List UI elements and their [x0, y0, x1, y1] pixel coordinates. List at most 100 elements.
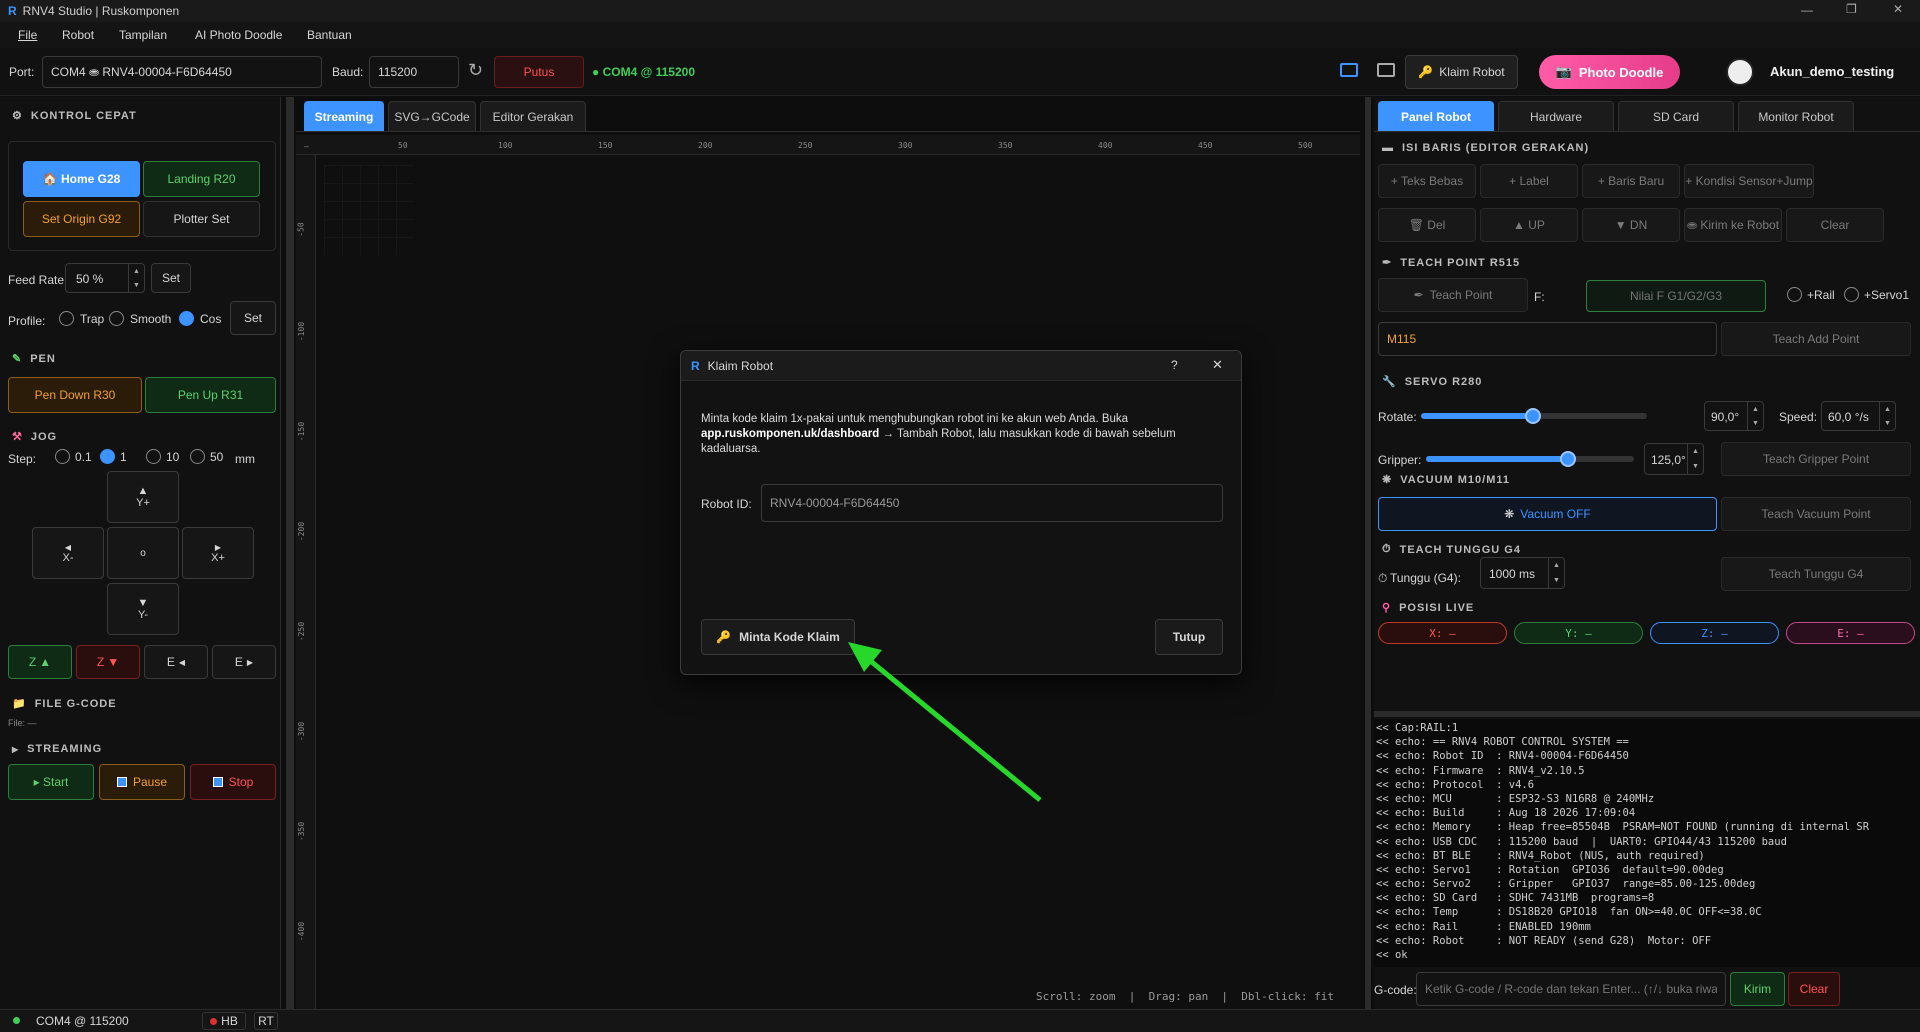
set-origin-button[interactable]: Set Origin G92: [23, 201, 140, 237]
help-icon[interactable]: ?: [1171, 358, 1178, 372]
menu-tampilan[interactable]: Tampilan: [119, 28, 167, 42]
teach-gripper-point-button[interactable]: Teach Gripper Point: [1721, 442, 1911, 476]
close-window-icon[interactable]: ✕: [1893, 2, 1903, 16]
teach-wait-button[interactable]: Teach Tunggu G4: [1721, 557, 1911, 591]
m-command-field[interactable]: [1378, 322, 1717, 356]
step-1[interactable]: 1: [100, 449, 127, 464]
f-value-field[interactable]: [1586, 280, 1766, 312]
home-button[interactable]: 🏠 Home G28: [23, 161, 140, 197]
menu-bantuan[interactable]: Bantuan: [307, 28, 352, 42]
feed-rate-stepper[interactable]: 50 % ▲ ▼: [65, 263, 145, 293]
delete-row-button[interactable]: 🗑 Del: [1378, 208, 1476, 242]
speed-stepper[interactable]: 60,0 °/s ▲ ▼: [1821, 401, 1896, 431]
rotate-slider[interactable]: [1421, 408, 1647, 424]
step-10[interactable]: 10: [146, 449, 179, 464]
gcode-input[interactable]: [1416, 972, 1726, 1006]
tab-panel-robot[interactable]: Panel Robot: [1378, 101, 1494, 131]
teach-point-button[interactable]: ✒ Teach Point: [1378, 278, 1528, 312]
stop-button[interactable]: Stop: [190, 764, 276, 800]
radio-step-1[interactable]: [100, 449, 115, 464]
e-right-button[interactable]: E ▶: [212, 645, 276, 679]
profile-smooth[interactable]: Smooth: [109, 311, 171, 326]
refresh-icon[interactable]: ↻: [468, 60, 483, 81]
jog-x-minus-button[interactable]: ◀ X-: [32, 527, 104, 579]
profile-cos[interactable]: Cos: [179, 311, 221, 326]
panel-toggle-icon[interactable]: [1377, 63, 1395, 77]
vacuum-toggle-button[interactable]: ❋ Vacuum OFF: [1378, 497, 1717, 531]
step-0-1[interactable]: 0.1: [55, 449, 92, 464]
radio-step-50[interactable]: [190, 449, 205, 464]
dashboard-link[interactable]: app.ruskomponen.uk/dashboard: [701, 428, 879, 440]
jog-y-minus-button[interactable]: ▼ Y-: [107, 583, 179, 635]
jog-home-button[interactable]: o: [107, 527, 179, 579]
menu-ai-photo-doodle[interactable]: AI Photo Doodle: [195, 28, 282, 42]
photo-doodle-button[interactable]: 📷 Photo Doodle: [1539, 55, 1680, 89]
account-name[interactable]: Akun_demo_testing: [1770, 64, 1894, 79]
feed-rate-spin[interactable]: ▲ ▼: [128, 264, 144, 292]
landing-button[interactable]: Landing R20: [143, 161, 260, 197]
gripper-stepper[interactable]: 125,0° ▲ ▼: [1644, 443, 1704, 475]
left-splitter[interactable]: [286, 97, 294, 1009]
radio-step-10[interactable]: [146, 449, 161, 464]
disconnect-button[interactable]: Putus: [494, 56, 584, 88]
add-free-text-button[interactable]: + Teks Bebas: [1378, 164, 1476, 198]
e-left-button[interactable]: E ◀: [144, 645, 208, 679]
close-dialog-button[interactable]: Tutup: [1155, 619, 1223, 655]
tab-hardware[interactable]: Hardware: [1498, 101, 1614, 131]
clear-rows-button[interactable]: Clear: [1786, 208, 1884, 242]
radio-smooth[interactable]: [109, 311, 124, 326]
wait-stepper[interactable]: 1000 ms ▲ ▼: [1480, 557, 1565, 589]
claim-robot-button[interactable]: 🔑 Klaim Robot: [1405, 55, 1518, 89]
clear-console-button[interactable]: Clear: [1788, 972, 1840, 1006]
robot-id-field[interactable]: [761, 484, 1223, 522]
send-gcode-button[interactable]: Kirim: [1730, 972, 1785, 1006]
move-up-button[interactable]: ▲ UP: [1480, 208, 1578, 242]
teach-vacuum-point-button[interactable]: Teach Vacuum Point: [1721, 497, 1911, 531]
add-label-button[interactable]: + Label: [1480, 164, 1578, 198]
tab-svg-gcode[interactable]: SVG→GCode: [388, 101, 476, 131]
plotter-set-button[interactable]: Plotter Set: [143, 201, 260, 237]
servo1-check-icon[interactable]: [1844, 287, 1859, 302]
rail-check-icon[interactable]: [1787, 287, 1802, 302]
serial-console[interactable]: << Cap:RAIL:1 << echo: == RNV4 ROBOT CONT…: [1374, 719, 1920, 967]
menu-file[interactable]: File: [18, 28, 37, 42]
radio-step-0-1[interactable]: [55, 449, 70, 464]
port-select[interactable]: COM4 ⛂ RNV4-00004-F6D64450: [42, 56, 322, 88]
move-down-button[interactable]: ▼ DN: [1582, 208, 1680, 242]
tab-editor-gerakan[interactable]: Editor Gerakan: [480, 101, 586, 131]
profile-set-button[interactable]: Set: [230, 301, 276, 335]
right-splitter[interactable]: [1365, 97, 1371, 1009]
menu-robot[interactable]: Robot: [62, 28, 94, 42]
pen-down-button[interactable]: Pen Down R30: [8, 377, 142, 413]
add-sensor-jump-button[interactable]: + Kondisi Sensor+Jump: [1684, 164, 1814, 198]
servo1-checkbox[interactable]: +Servo1: [1844, 287, 1909, 302]
gripper-slider[interactable]: [1426, 451, 1634, 467]
rotate-stepper[interactable]: 90,0° ▲ ▼: [1704, 401, 1764, 431]
avatar[interactable]: [1726, 58, 1754, 86]
z-down-button[interactable]: Z ▼: [76, 645, 140, 679]
start-button[interactable]: ▸ Start: [8, 764, 94, 800]
jog-x-plus-button[interactable]: ▶ X+: [182, 527, 254, 579]
request-claim-code-button[interactable]: 🔑 Minta Kode Klaim: [701, 619, 855, 655]
radio-trap[interactable]: [59, 311, 74, 326]
baud-select[interactable]: 115200: [369, 56, 459, 88]
sidebar-toggle-icon[interactable]: [1340, 63, 1358, 77]
dialog-close-icon[interactable]: ✕: [1212, 357, 1223, 373]
step-50[interactable]: 50: [190, 449, 223, 464]
radio-cos[interactable]: [179, 311, 194, 326]
pen-up-button[interactable]: Pen Up R31: [145, 377, 276, 413]
tab-streaming[interactable]: Streaming: [304, 101, 384, 131]
maximize-icon[interactable]: ❐: [1846, 2, 1857, 16]
rail-checkbox[interactable]: +Rail: [1787, 287, 1835, 302]
minimize-icon[interactable]: —: [1801, 3, 1813, 17]
console-splitter[interactable]: [1374, 711, 1920, 717]
add-new-line-button[interactable]: + Baris Baru: [1582, 164, 1680, 198]
tab-sd-card[interactable]: SD Card: [1618, 101, 1734, 131]
z-up-button[interactable]: Z ▲: [8, 645, 72, 679]
send-to-robot-button[interactable]: ⛂ Kirim ke Robot: [1684, 208, 1782, 242]
pause-button[interactable]: Pause: [99, 764, 185, 800]
profile-trap[interactable]: Trap: [59, 311, 104, 326]
jog-y-plus-button[interactable]: ▲ Y+: [107, 471, 179, 523]
teach-add-point-button[interactable]: Teach Add Point: [1721, 322, 1911, 356]
tab-monitor-robot[interactable]: Monitor Robot: [1738, 101, 1854, 131]
